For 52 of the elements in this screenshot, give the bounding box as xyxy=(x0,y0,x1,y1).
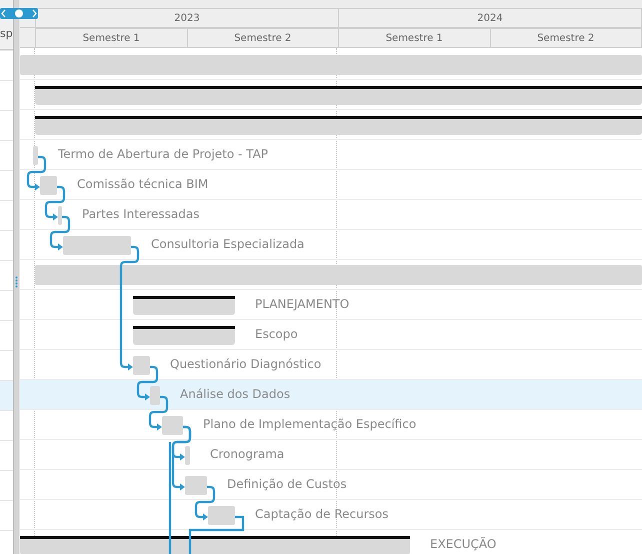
task-label: Escopo xyxy=(255,327,298,341)
task-bar xyxy=(150,386,160,405)
task-label: Consultoria Especializada xyxy=(151,237,304,251)
semester-header: Semestre 1 xyxy=(36,28,188,47)
task-row[interactable]: Definição de Custos xyxy=(20,470,642,500)
year-header: 2024 xyxy=(339,8,642,27)
task-row[interactable]: Captação de Recursos xyxy=(20,500,642,530)
task-label: Definição de Custos xyxy=(227,477,347,491)
year-header: 2023 xyxy=(36,8,339,27)
task-row[interactable]: Termo de Abertura de Projeto - TAP xyxy=(20,140,642,170)
task-bar xyxy=(208,506,235,525)
task-row[interactable]: PLANEJAMENTO xyxy=(20,290,642,320)
connector-line xyxy=(188,516,244,554)
task-label: Partes Interessadas xyxy=(82,207,200,221)
task-row[interactable]: Análise dos Dados xyxy=(20,380,642,410)
connector-arrow xyxy=(44,186,66,220)
task-row[interactable]: Consultoria Especializada xyxy=(20,230,642,260)
task-label: Comissão técnica BIM xyxy=(77,177,208,191)
task-row[interactable]: Plano de Implementação Específico xyxy=(20,410,642,440)
collapse-expand-icon xyxy=(1,9,37,18)
task-bar xyxy=(58,206,62,225)
task-label: Captação de Recursos xyxy=(255,507,388,521)
task-label: Cronograma xyxy=(210,447,284,461)
task-bar xyxy=(185,476,207,495)
grid-cell xyxy=(0,380,13,410)
task-bar xyxy=(133,356,150,375)
semester-header: Semestre 2 xyxy=(490,28,642,47)
task-bar xyxy=(63,236,131,255)
connector-arrow xyxy=(26,156,46,190)
task-row[interactable]: EXECUÇÃO xyxy=(20,530,642,554)
task-label: Plano de Implementação Específico xyxy=(203,417,416,431)
connector-arrow xyxy=(148,396,168,430)
task-row[interactable]: Escopo xyxy=(20,320,642,350)
connector-arrow xyxy=(194,486,216,520)
task-label: EXECUÇÃO xyxy=(430,537,496,551)
grip-icon xyxy=(15,276,18,288)
connector-arrow xyxy=(50,216,70,250)
task-bar xyxy=(162,416,183,435)
task-bar xyxy=(185,446,190,465)
task-label: PLANEJAMENTO xyxy=(255,297,350,311)
semester-header: Semestre 2 xyxy=(188,28,339,47)
splitter-handle[interactable] xyxy=(0,8,38,19)
task-label: Termo de Abertura de Projeto - TAP xyxy=(58,147,268,161)
task-label: Análise dos Dados xyxy=(180,387,290,401)
task-row[interactable]: Cronograma xyxy=(20,440,642,470)
task-row[interactable]: Comissão técnica BIM xyxy=(20,170,642,200)
semester-header: Semestre 1 xyxy=(339,28,490,47)
column-header: sp xyxy=(0,27,13,40)
task-label: Questionário Diagnóstico xyxy=(170,357,322,371)
task-bar xyxy=(40,176,57,195)
task-bar xyxy=(33,146,38,165)
task-row[interactable]: Partes Interessadas xyxy=(20,200,642,230)
